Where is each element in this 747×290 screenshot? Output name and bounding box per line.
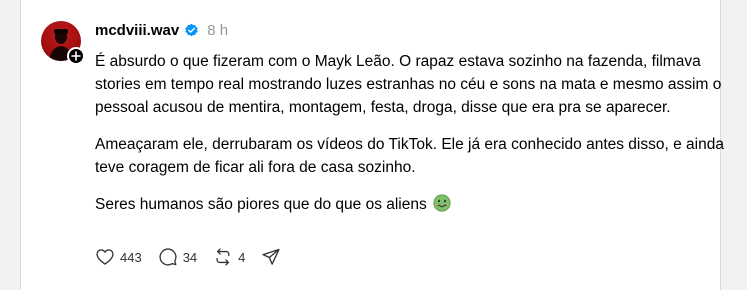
like-button[interactable]: 443	[95, 247, 142, 267]
avatar-container[interactable]	[41, 21, 85, 65]
post-timestamp[interactable]: 8 h	[207, 22, 228, 39]
repost-count: 4	[238, 249, 246, 265]
post-paragraph-1: É absurdo o que fizeram com o Mayk Leão.…	[95, 53, 722, 116]
comment-bubble-icon	[159, 248, 177, 266]
follow-plus-icon[interactable]	[67, 47, 85, 65]
comment-count: 34	[182, 249, 198, 265]
verified-badge-icon	[184, 23, 199, 38]
page-frame: mcdviii.wav 8 h É absurdo o que fizeram …	[0, 0, 747, 290]
post-body: É absurdo o que fizeram com o Mayk Leão.…	[95, 50, 725, 230]
post-card: mcdviii.wav 8 h É absurdo o que fizeram …	[20, 0, 724, 290]
repost-icon	[216, 248, 230, 266]
send-paper-plane-icon	[262, 248, 280, 265]
share-button[interactable]	[261, 247, 286, 267]
post-paragraph-2: Ameaçaram ele, derrubaram os vídeos do T…	[95, 136, 724, 176]
post-actions: 443 34 4	[95, 247, 302, 267]
repost-button[interactable]: 4	[213, 247, 245, 267]
post-paragraph-3-text: Seres humanos são piores que do que os a…	[95, 196, 427, 213]
comment-button[interactable]: 34	[158, 247, 197, 267]
heart-icon	[96, 249, 114, 265]
post-paragraph-3: Seres humanos são piores que do que os a…	[95, 193, 725, 216]
post-header: mcdviii.wav 8 h	[95, 22, 228, 39]
username[interactable]: mcdviii.wav	[95, 22, 179, 39]
like-count: 443	[120, 249, 142, 265]
nauseated-face-icon	[433, 194, 451, 212]
